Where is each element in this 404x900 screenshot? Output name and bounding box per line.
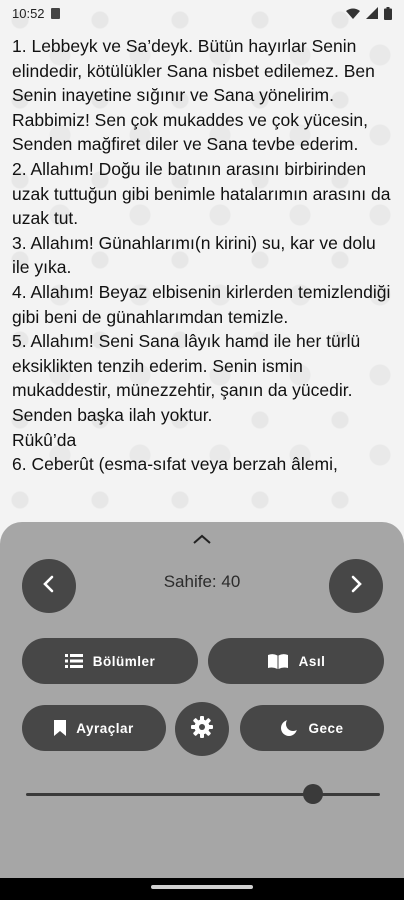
gear-icon bbox=[191, 715, 213, 743]
status-bar: 10:52 bbox=[0, 0, 404, 26]
signal-icon bbox=[366, 7, 378, 19]
sections-button[interactable]: Bölümler bbox=[22, 638, 198, 684]
sections-button-label: Bölümler bbox=[92, 653, 156, 669]
chevron-left-icon bbox=[39, 574, 59, 599]
page-number-label: Sahife: 40 bbox=[163, 572, 241, 591]
section-heading-ruku: Rükû’da bbox=[12, 429, 77, 450]
home-indicator[interactable] bbox=[151, 885, 253, 889]
paragraph-6: 6. Ceberût (esma-sıfat veya berzah âlemi… bbox=[12, 454, 338, 475]
previous-page-button[interactable] bbox=[22, 559, 76, 613]
status-right bbox=[346, 6, 392, 20]
bookmark-icon bbox=[54, 720, 67, 736]
paragraph-3: 3. Allahım! Günahlarımı(n kirini) su, ka… bbox=[12, 232, 376, 278]
battery-icon bbox=[384, 6, 392, 20]
moon-icon bbox=[280, 719, 299, 737]
paragraph-5: 5. Allahım! Seni Sana lâyık hamd ile her… bbox=[12, 331, 361, 425]
navigation-bar bbox=[0, 878, 404, 900]
next-page-button[interactable] bbox=[329, 559, 383, 613]
settings-button[interactable] bbox=[175, 702, 229, 756]
bookmarks-button-label: Ayraçlar bbox=[76, 720, 134, 736]
paragraph-2: 2. Allahım! Doğu ile batının arasını bir… bbox=[12, 158, 391, 229]
wifi-icon bbox=[346, 8, 360, 19]
night-mode-button[interactable]: Gece bbox=[240, 705, 384, 751]
reading-content: 1. Lebbeyk ve Sa’deyk. Bütün hayırlar Se… bbox=[12, 34, 398, 477]
paragraph-1: 1. Lebbeyk ve Sa’deyk. Bütün hayırlar Se… bbox=[12, 36, 375, 155]
control-panel: Sahife: 40 Bölümler Asıl Ayraçlar Gece bbox=[0, 522, 404, 878]
status-time: 10:52 bbox=[12, 5, 45, 21]
sd-card-icon bbox=[50, 7, 60, 19]
original-text-button-label: Asıl bbox=[298, 653, 326, 669]
chevron-right-icon bbox=[346, 574, 366, 599]
list-icon bbox=[64, 654, 83, 668]
bookmarks-button[interactable]: Ayraçlar bbox=[22, 705, 166, 751]
paragraph-4: 4. Allahım! Beyaz elbisenin kirlerden te… bbox=[12, 281, 391, 327]
night-mode-button-label: Gece bbox=[308, 720, 344, 736]
page-slider-track[interactable] bbox=[26, 793, 380, 796]
status-left: 10:52 bbox=[12, 6, 60, 21]
chevron-up-icon[interactable] bbox=[190, 530, 214, 548]
page-slider-thumb[interactable] bbox=[302, 784, 323, 804]
open-book-icon bbox=[267, 653, 289, 669]
original-text-button[interactable]: Asıl bbox=[208, 638, 384, 684]
